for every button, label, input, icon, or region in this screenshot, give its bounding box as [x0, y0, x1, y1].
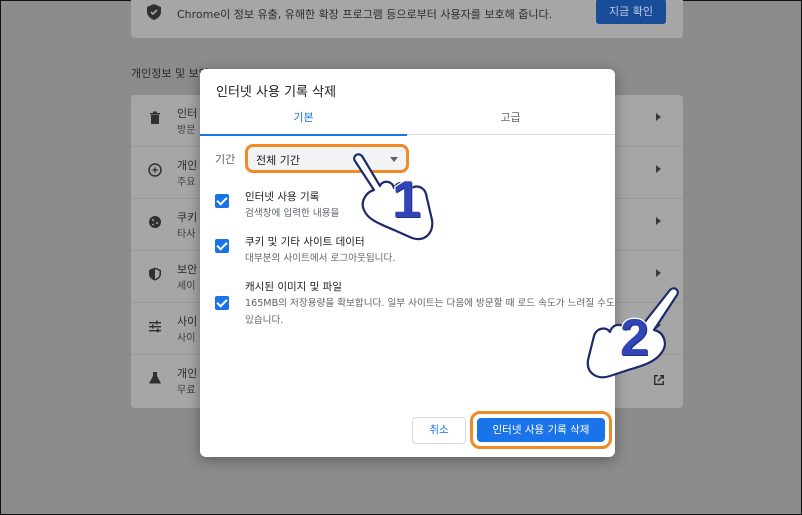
cache-checkbox[interactable]: [215, 296, 229, 310]
step-number-1: 1: [391, 170, 422, 231]
step-number-2: 2: [619, 308, 650, 369]
tab-advanced[interactable]: 고급: [407, 105, 614, 135]
option-title: 인터넷 사용 기록: [245, 191, 320, 203]
browsing-history-checkbox[interactable]: [215, 194, 229, 208]
trash-icon: [150, 111, 160, 124]
shield-icon: [149, 267, 161, 281]
row-title: 개인: [177, 159, 198, 172]
row-title: 보안: [177, 263, 198, 276]
time-range-label: 기간: [215, 153, 236, 166]
row-title: 쿠키: [177, 211, 198, 224]
row-subtitle: 세이: [177, 281, 196, 292]
row-subtitle: 타사: [177, 229, 196, 240]
safety-check-card: Chrome이 정보 유출, 유해한 확장 프로그램 등으로부터 사용자를 보호…: [131, 0, 683, 38]
chevron-right-icon: [656, 165, 661, 173]
row-subtitle: 방문: [177, 125, 196, 136]
clear-data-button[interactable]: 인터넷 사용 기록 삭제: [477, 418, 605, 442]
row-title: 개인: [177, 367, 198, 380]
dialog-title: 인터넷 사용 기록 삭제: [216, 85, 337, 100]
flask-icon: [149, 372, 161, 384]
option-description: 165MB의 저장용량을 확보합니다. 일부 사이트는 다음에 방문할 때 로드…: [245, 298, 615, 326]
cancel-button[interactable]: 취소: [412, 417, 466, 444]
option-title: 캐시된 이미지 및 파일: [245, 281, 342, 293]
tab-basic[interactable]: 기본: [200, 105, 407, 136]
row-title: 사이: [177, 315, 198, 328]
delete-button-highlight: 인터넷 사용 기록 삭제: [470, 411, 612, 449]
shield-icon: [147, 4, 161, 20]
safety-check-text: Chrome이 정보 유출, 유해한 확장 프로그램 등으로부터 사용자를 보호…: [177, 8, 553, 21]
row-subtitle: 사이: [177, 333, 196, 344]
section-title: 개인정보 및 보안: [131, 67, 209, 80]
row-title: 인터: [177, 107, 198, 120]
dialog-tabs: 기본 고급: [200, 105, 615, 136]
row-subtitle: 무료: [177, 385, 196, 396]
chevron-right-icon: [656, 269, 661, 277]
sliders-icon: [149, 320, 161, 333]
cookie-icon: [149, 216, 161, 228]
option-description: 대부분의 사이트에서 로그아웃됩니다.: [245, 253, 396, 264]
compass-icon: [148, 163, 162, 177]
chevron-right-icon: [656, 217, 661, 225]
row-subtitle: 주요: [177, 177, 196, 188]
cookies-checkbox[interactable]: [215, 239, 229, 253]
option-title: 쿠키 및 기타 사이트 데이터: [245, 236, 365, 248]
pointing-hand-callout-2: 2: [570, 282, 682, 390]
clear-browsing-data-dialog: 인터넷 사용 기록 삭제 기본 고급 기간 전체 기간 인터넷 사용 기록 검색…: [200, 69, 615, 457]
chevron-right-icon: [656, 113, 661, 121]
pointing-hand-callout-1: 1: [350, 150, 445, 250]
time-range-value: 전체 기간: [256, 154, 300, 167]
check-now-button[interactable]: 지금 확인: [596, 0, 666, 24]
